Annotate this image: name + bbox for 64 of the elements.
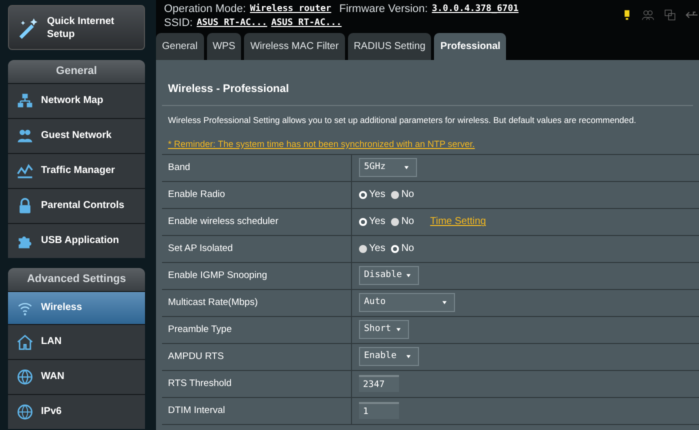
sidebar-item[interactable]: LAN [8,324,145,359]
people-icon [16,127,34,145]
graph-icon [16,162,34,180]
operation-mode-label: Operation Mode: [164,2,246,16]
globe-icon [16,403,34,421]
caret-icon [403,164,410,172]
dropdown[interactable]: Disable [359,266,419,286]
dropdown[interactable]: 5GHz [359,158,417,178]
setting-label: AMPDU RTS [168,350,224,364]
caret-icon [441,299,448,306]
caret-icon [395,326,402,334]
radio-option[interactable]: No [391,214,414,230]
setting-label: Enable wireless scheduler [168,214,278,229]
tab[interactable]: WPS [206,33,242,60]
globe-icon [16,368,34,386]
copy-icon [663,8,677,22]
quick-setup-button[interactable]: Quick Internet Setup [8,5,145,50]
dropdown[interactable]: Enable [359,347,419,366]
radio-option[interactable]: No [391,241,414,256]
setting-label: Multicast Rate(Mbps) [168,296,258,310]
sidebar-heading: General [8,60,145,83]
ssid-link[interactable]: ASUS RT-AC... [271,16,342,30]
description-text: Wireless Professional Setting allows you to set up additional parameters for wireless. But default values are recommended. [167,114,638,127]
sidebar-item[interactable]: Guest Network [8,118,145,153]
operation-mode-link[interactable]: Wireless router [250,2,332,16]
dropdown[interactable]: Short [359,320,409,340]
network-icon [16,92,34,110]
sidebar-heading: Advanced Settings [8,268,145,291]
setting-label: Band [168,160,190,175]
time-setting-link[interactable]: Time Setting [430,214,486,230]
setting-label: DTIM Interval [168,404,226,418]
ntp-reminder-link[interactable]: * Reminder: The system time has not been synchronized with an NTP server. [168,138,475,149]
firmware-link[interactable]: 3.0.0.4.378_6701 [432,2,519,16]
setting-label: Enable IGMP Snooping [168,268,268,283]
tab[interactable]: RADIUS Setting [348,33,432,60]
radio-option[interactable]: Yes [359,241,386,256]
tab[interactable]: Professional [434,33,506,60]
page-title: Wireless - Professional [162,60,693,106]
sidebar-item[interactable]: Wireless [8,291,145,324]
tab[interactable]: General [156,33,204,60]
setting-label: Preamble Type [168,322,232,337]
radio-option[interactable]: No [391,187,414,202]
ssid-label: SSID: [164,16,193,30]
setting-label: RTS Threshold [168,376,232,391]
sidebar-item[interactable]: Parental Controls [8,188,145,223]
tab[interactable]: Wireless MAC Filter [244,33,345,60]
input-field[interactable]: 1 [359,402,399,420]
house-icon [16,333,34,351]
ssid-link[interactable]: ASUS RT-AC... [196,16,268,30]
sidebar-item[interactable]: WAN [8,359,145,394]
radio-option[interactable]: Yes [359,214,386,230]
sidebar-item[interactable]: USB Application [8,223,145,258]
input-field[interactable]: 2347 [359,375,399,392]
firmware-label: Firmware Version: [339,2,428,16]
sidebar-item[interactable]: Network Map [8,83,145,118]
setting-label: Enable Radio [168,188,226,202]
caret-icon [405,353,412,360]
sidebar-item[interactable]: IPv6 [8,394,145,429]
setting-label: Set AP Isolated [168,242,233,256]
sidebar-item[interactable]: Traffic Manager [8,153,145,188]
dropdown[interactable]: Auto [359,293,455,312]
radio-option[interactable]: Yes [359,187,386,202]
people-icon [641,8,655,22]
caret-icon [405,272,412,280]
